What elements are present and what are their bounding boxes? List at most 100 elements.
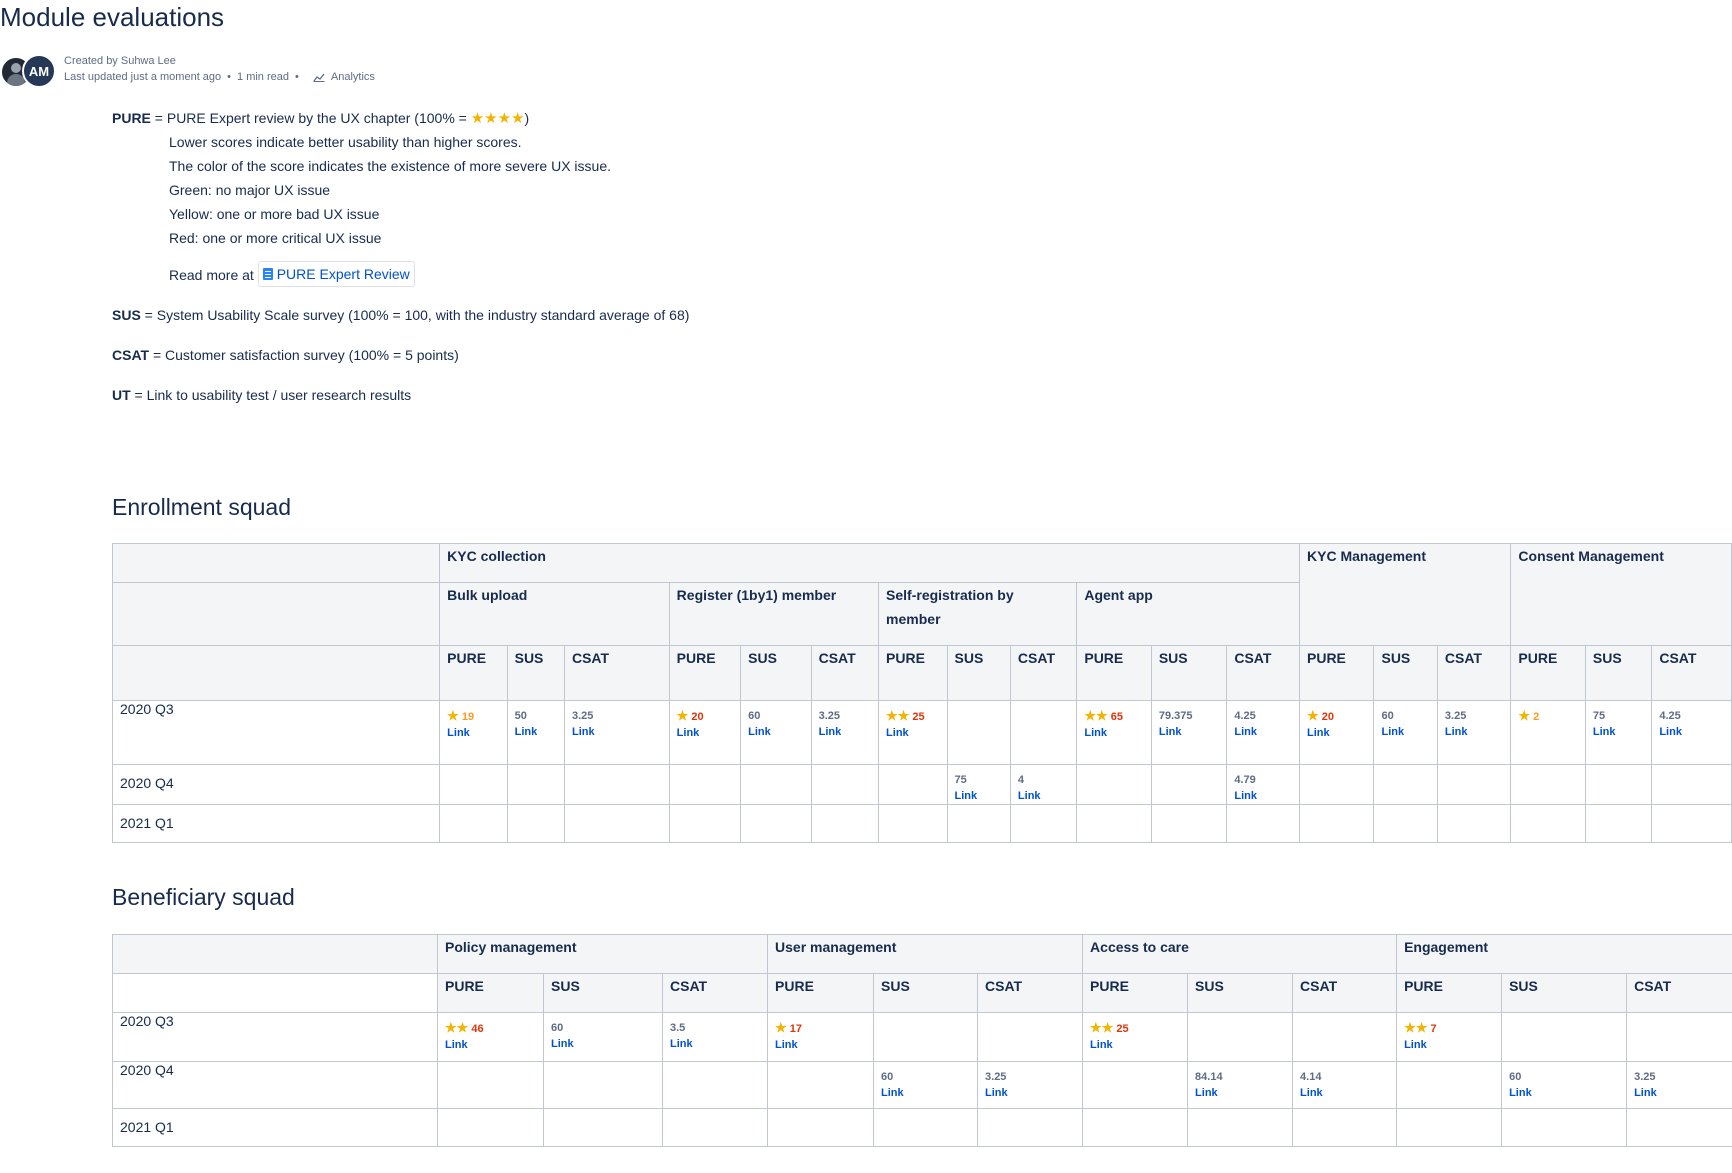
result-link[interactable]: Link: [670, 1036, 760, 1052]
row-label: 2020 Q3: [111, 700, 441, 765]
group-kyc-management: KYC Management: [1298, 543, 1512, 646]
pure-expert-review-link-text[interactable]: PURE Expert Review: [277, 262, 410, 286]
result-link[interactable]: Link: [551, 1036, 655, 1052]
score-cell: [810, 764, 880, 805]
result-link[interactable]: Link: [1018, 788, 1069, 804]
score-cell: ★ 20 Link: [1298, 700, 1375, 765]
result-link[interactable]: Link: [1445, 724, 1504, 740]
result-link[interactable]: Link: [1234, 724, 1292, 740]
result-link[interactable]: Link: [748, 724, 803, 740]
table-row: 2020 Q3 ★ 19 Link 50 Link 3.25 Link ★ 20 Link 60 L…: [111, 700, 1732, 765]
score-cell: 84.14 Link: [1187, 1061, 1294, 1109]
result-link[interactable]: Link: [515, 724, 557, 740]
analytics-link[interactable]: Analytics: [331, 69, 375, 85]
score-value: 17: [789, 1023, 802, 1035]
score-value: 50: [514, 710, 527, 722]
score-cell: 4 Link: [1009, 764, 1078, 805]
last-updated[interactable]: Last updated just a moment ago: [64, 69, 221, 85]
result-link[interactable]: Link: [445, 1037, 536, 1053]
score-cell: [1298, 804, 1375, 843]
score-cell: [740, 804, 812, 843]
result-link[interactable]: Link: [955, 788, 1003, 804]
result-link[interactable]: Link: [1090, 1037, 1180, 1053]
enrollment-squad-heading: Enrollment squad: [112, 494, 291, 520]
header-blank: [111, 543, 441, 583]
score-cell: [873, 1108, 979, 1147]
result-link[interactable]: Link: [447, 725, 499, 741]
result-link[interactable]: Link: [775, 1037, 866, 1053]
score-cell: [661, 1061, 769, 1109]
result-link[interactable]: Link: [1195, 1085, 1285, 1101]
page-meta: Created by Suhwa Lee Last updated just a…: [64, 53, 375, 85]
star-rating-icon: ★★: [1404, 1020, 1428, 1035]
star-rating-icon: ★: [676, 708, 689, 723]
pure-expert-review-link[interactable]: PURE Expert Review: [257, 261, 415, 287]
result-link[interactable]: Link: [1634, 1085, 1725, 1101]
beneficiary-squad-heading: Beneficiary squad: [112, 884, 295, 910]
column-header-csat: CSAT: [1436, 645, 1512, 701]
score-value: 4.25: [1234, 710, 1256, 722]
score-cell: 3.25 Link: [810, 700, 880, 765]
page-icon: [262, 268, 273, 280]
star-rating-icon: ★★: [1084, 708, 1108, 723]
contributors[interactable]: AM: [0, 52, 60, 88]
group-engagement: Engagement: [1396, 934, 1732, 974]
score-value: 7: [1430, 1023, 1437, 1035]
score-cell: 79.375 Link: [1150, 700, 1228, 765]
result-link[interactable]: Link: [1404, 1037, 1494, 1053]
score-cell: 50 Link: [506, 700, 565, 765]
table-row: 2020 Q4 60 Link 3.25 Link 84.14 Link 4.14 Link 60…: [112, 1061, 1732, 1109]
result-link[interactable]: Link: [677, 725, 733, 741]
score-cell: [878, 764, 948, 805]
score-value: 2: [1533, 711, 1540, 723]
score-cell: [1009, 804, 1078, 843]
result-link[interactable]: Link: [985, 1085, 1075, 1101]
score-cell: [661, 1108, 769, 1147]
result-link[interactable]: Link: [1509, 1085, 1619, 1101]
score-cell: [668, 804, 742, 843]
analytics-icon: [313, 73, 325, 82]
result-link[interactable]: Link: [881, 1085, 970, 1101]
result-link[interactable]: Link: [819, 724, 871, 740]
column-header-csat: CSAT: [563, 645, 670, 701]
csat-term: CSAT: [112, 347, 150, 363]
score-value: 20: [691, 711, 704, 723]
star-rating-icon: ★★: [445, 1020, 469, 1035]
score-cell: [1292, 1108, 1398, 1147]
column-header-csat: CSAT: [810, 645, 880, 701]
result-link[interactable]: Link: [886, 725, 939, 741]
result-link[interactable]: Link: [1593, 724, 1644, 740]
result-link[interactable]: Link: [1381, 724, 1429, 740]
score-value: 3.25: [571, 710, 594, 722]
avatar-initials[interactable]: AM: [22, 54, 56, 88]
score-cell: [1510, 804, 1586, 843]
result-link[interactable]: Link: [1159, 724, 1220, 740]
result-link[interactable]: Link: [1659, 724, 1724, 740]
score-cell: [1082, 1061, 1189, 1109]
score-cell: 3.5 Link: [661, 1012, 769, 1062]
column-header-sus: SUS: [1373, 645, 1438, 701]
result-link[interactable]: Link: [1307, 725, 1366, 741]
score-cell: [1150, 804, 1228, 843]
score-cell: 60 Link: [1373, 700, 1438, 765]
result-link[interactable]: Link: [572, 724, 662, 740]
score-value: 3.25: [818, 710, 841, 722]
column-header-sus: SUS: [873, 973, 979, 1013]
score-value: 60: [881, 1071, 894, 1083]
row-label: 2020 Q4: [111, 764, 441, 805]
score-cell: [506, 804, 565, 843]
score-cell: [1584, 804, 1653, 843]
byline: AM Created by Suhwa Lee Last updated jus…: [0, 52, 375, 88]
table-row: 2020 Q4 75 Link 4 Link 4.79 Link: [111, 764, 1732, 805]
sub-agent-app: Agent app: [1076, 582, 1300, 646]
ut-term: UT: [112, 387, 131, 403]
score-value: 75: [954, 774, 967, 786]
score-cell: [767, 1061, 875, 1109]
result-link[interactable]: Link: [1300, 1085, 1389, 1101]
beneficiary-table: Policy management User management Access…: [112, 934, 1732, 1147]
created-by: Created by Suhwa Lee: [64, 55, 176, 67]
result-link[interactable]: Link: [1084, 725, 1143, 741]
result-link[interactable]: Link: [1234, 788, 1292, 804]
score-value: 3.25: [1634, 1071, 1656, 1083]
score-value: 60: [1381, 710, 1394, 722]
